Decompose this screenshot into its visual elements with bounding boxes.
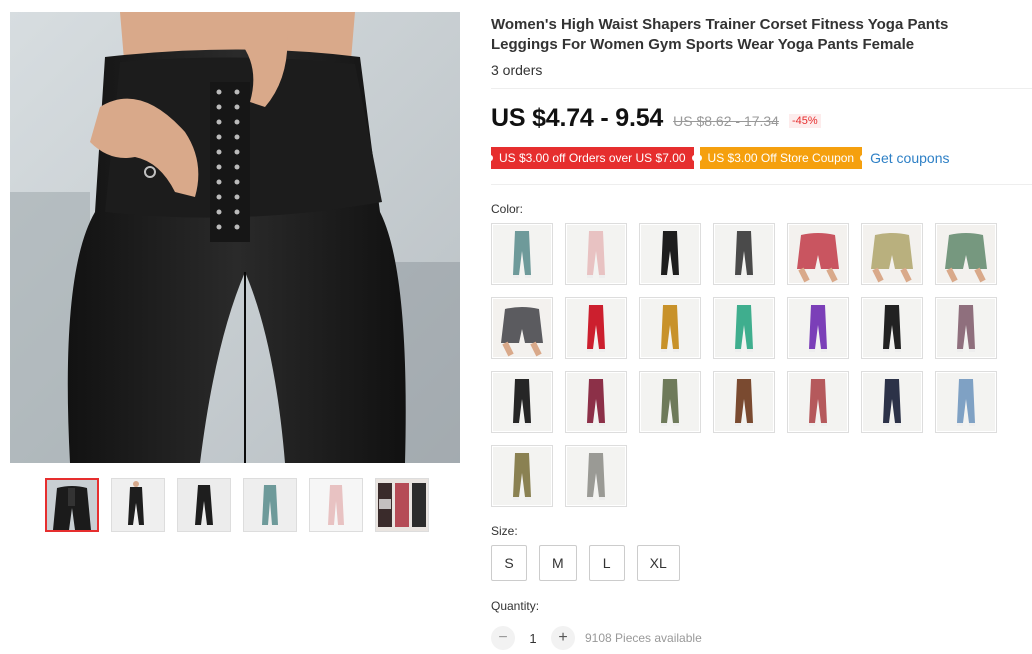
thumbnail-5[interactable] bbox=[309, 478, 363, 532]
size-option-l[interactable]: L bbox=[588, 545, 625, 581]
size-option-xl[interactable]: XL bbox=[636, 545, 680, 581]
color-option-teal[interactable] bbox=[491, 223, 553, 285]
color-option-purple[interactable] bbox=[787, 297, 849, 359]
color-option-black-2[interactable] bbox=[861, 297, 923, 359]
size-label: Size: bbox=[491, 524, 518, 538]
price-row: US $4.74 - 9.54 US $8.62 - 17.34 -45% bbox=[491, 104, 821, 133]
thumbnail-2[interactable] bbox=[111, 478, 165, 532]
color-option-mint-green[interactable] bbox=[713, 297, 775, 359]
quantity-value[interactable]: 1 bbox=[523, 631, 543, 646]
color-option-red[interactable] bbox=[565, 297, 627, 359]
color-option-black[interactable] bbox=[639, 223, 701, 285]
color-option-brown[interactable] bbox=[713, 371, 775, 433]
color-option-light-pink[interactable] bbox=[565, 223, 627, 285]
color-option-olive[interactable] bbox=[639, 371, 701, 433]
color-label: Color: bbox=[491, 202, 524, 216]
thumbnail-6[interactable] bbox=[375, 478, 429, 532]
current-price: US $4.74 - 9.54 bbox=[491, 104, 664, 132]
discount-badge: -45% bbox=[788, 114, 821, 128]
color-option-rose-red[interactable] bbox=[787, 223, 849, 285]
color-option-dark-gray[interactable] bbox=[713, 223, 775, 285]
product-title: Women's High Waist Shapers Trainer Corse… bbox=[491, 16, 949, 53]
thumbnail-1[interactable] bbox=[45, 478, 99, 532]
thumbnail-strip bbox=[45, 478, 429, 532]
size-option-s[interactable]: S bbox=[491, 545, 527, 581]
size-option-m[interactable]: M bbox=[539, 545, 577, 581]
color-option-navy[interactable] bbox=[861, 371, 923, 433]
thumbnail-3[interactable] bbox=[177, 478, 231, 532]
size-options: S M L XL bbox=[491, 545, 680, 581]
color-option-mustard[interactable] bbox=[639, 297, 701, 359]
color-option-wine[interactable] bbox=[565, 371, 627, 433]
decrease-quantity-button[interactable]: − bbox=[491, 626, 515, 650]
coupon-row: US $3.00 off Orders over US $7.00 US $3.… bbox=[488, 147, 949, 169]
original-price: US $8.62 - 17.34 bbox=[673, 113, 779, 129]
store-coupon[interactable]: US $3.00 Off Store Coupon bbox=[696, 147, 865, 169]
get-coupons-link[interactable]: Get coupons bbox=[870, 150, 949, 166]
increase-quantity-button[interactable]: + bbox=[551, 626, 575, 650]
divider bbox=[491, 88, 1032, 89]
color-option-light-blue[interactable] bbox=[935, 371, 997, 433]
color-option-gray-shorts[interactable] bbox=[491, 297, 553, 359]
color-option-sage-green[interactable] bbox=[935, 223, 997, 285]
color-option-black-3[interactable] bbox=[491, 371, 553, 433]
color-option-light-gray[interactable] bbox=[565, 445, 627, 507]
color-option-khaki[interactable] bbox=[861, 223, 923, 285]
color-option-dusty-rose[interactable] bbox=[787, 371, 849, 433]
color-swatches bbox=[491, 223, 997, 507]
orders-count: 3 orders bbox=[491, 62, 543, 78]
main-product-image bbox=[10, 12, 460, 463]
stock-available: 9108 Pieces available bbox=[585, 631, 702, 645]
thumbnail-4[interactable] bbox=[243, 478, 297, 532]
store-discount-coupon[interactable]: US $3.00 off Orders over US $7.00 bbox=[488, 147, 697, 169]
quantity-label: Quantity: bbox=[491, 599, 540, 613]
color-option-mauve[interactable] bbox=[935, 297, 997, 359]
divider bbox=[491, 184, 1032, 185]
color-option-army-green[interactable] bbox=[491, 445, 553, 507]
quantity-stepper: − 1 + 9108 Pieces available bbox=[491, 626, 702, 650]
